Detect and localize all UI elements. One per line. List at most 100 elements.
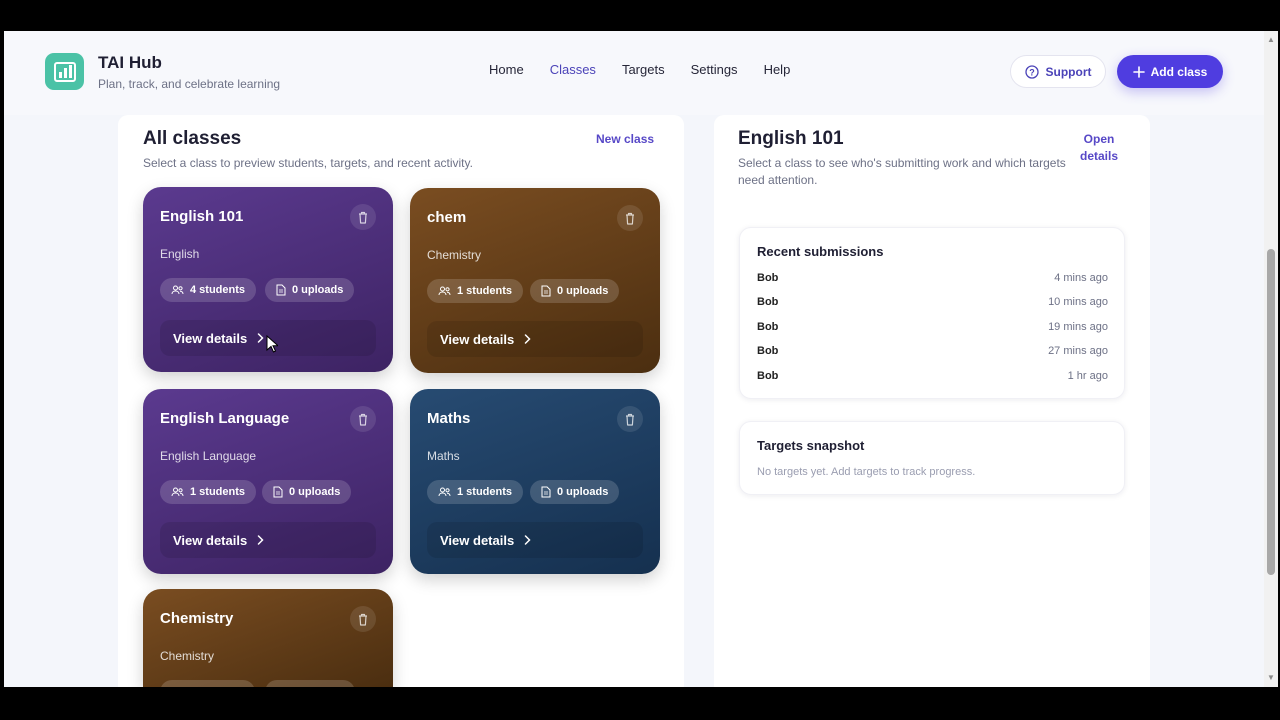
submission-time: 1 hr ago [1067, 370, 1108, 382]
submission-row[interactable]: Bob 19 mins ago [757, 321, 1108, 333]
file-icon [276, 284, 286, 296]
view-details-label: View details [173, 532, 248, 548]
uploads-pill [265, 680, 355, 687]
app-tagline: Plan, track, and celebrate learning [98, 77, 281, 91]
view-details-label: View details [440, 532, 515, 548]
trash-icon[interactable] [350, 406, 376, 432]
main-nav: Home Classes Targets Settings Help [489, 62, 816, 77]
submission-row[interactable]: Bob 27 mins ago [757, 345, 1108, 357]
recent-submissions-box: Recent submissions Bob 4 mins ago Bob 10… [739, 227, 1125, 399]
detail-title: English 101 [738, 128, 844, 149]
students-count: 1 students [457, 486, 513, 498]
view-details-label: View details [173, 330, 248, 346]
classes-subtitle: Select a class to preview students, targ… [143, 156, 473, 170]
uploads-pill: 0 uploads [530, 279, 620, 303]
nav-targets[interactable]: Targets [622, 62, 665, 77]
chart-bars-icon[interactable] [45, 53, 84, 90]
students-count: 1 students [457, 285, 513, 297]
card-title: English 101 [160, 208, 244, 225]
submission-row[interactable]: Bob 1 hr ago [757, 370, 1108, 382]
card-subject: Chemistry [160, 649, 215, 663]
trash-icon[interactable] [617, 406, 643, 432]
add-class-label: Add class [1150, 64, 1208, 79]
users-icon [171, 285, 184, 295]
card-subject: Chemistry [427, 248, 482, 262]
chevron-right-icon [524, 535, 531, 545]
targets-snapshot-box: Targets snapshot No targets yet. Add tar… [739, 421, 1125, 495]
submission-name: Bob [757, 345, 779, 357]
chevron-right-icon [257, 333, 264, 343]
new-class-link[interactable]: New class [596, 131, 654, 148]
nav-home[interactable]: Home [489, 62, 524, 77]
svg-text:?: ? [1029, 67, 1035, 77]
class-card-english-language[interactable]: English Language English Language 1 stud… [143, 389, 393, 574]
submission-name: Bob [757, 321, 779, 333]
class-card-chemistry[interactable]: Chemistry Chemistry [143, 589, 393, 687]
users-icon [438, 487, 451, 497]
file-icon [541, 285, 551, 297]
scroll-thumb[interactable] [1267, 249, 1275, 575]
card-title: Maths [427, 410, 471, 427]
class-detail-panel: English 101 Select a class to see who's … [714, 115, 1150, 687]
app-title: TAI Hub [98, 53, 162, 72]
class-card-chem[interactable]: chem Chemistry 1 students 0 uploads View… [410, 188, 660, 373]
file-icon [541, 486, 551, 498]
class-card-maths[interactable]: Maths Maths 1 students 0 uploads View de… [410, 389, 660, 574]
submission-row[interactable]: Bob 4 mins ago [757, 272, 1108, 284]
submission-name: Bob [757, 296, 779, 308]
vertical-scrollbar[interactable]: ▲ ▼ [1264, 31, 1278, 687]
view-details-button[interactable]: View details [427, 522, 643, 558]
students-pill: 4 students [160, 278, 257, 302]
nav-classes[interactable]: Classes [550, 62, 596, 77]
browser-viewport: TAI Hub Plan, track, and celebrate learn… [4, 31, 1264, 687]
submission-row[interactable]: Bob 10 mins ago [757, 296, 1108, 308]
scroll-up-icon[interactable]: ▲ [1264, 33, 1278, 47]
submission-time: 10 mins ago [1048, 296, 1108, 308]
trash-icon[interactable] [350, 606, 376, 632]
trash-icon[interactable] [617, 205, 643, 231]
students-pill [160, 680, 255, 687]
submission-time: 19 mins ago [1048, 321, 1108, 333]
trash-icon[interactable] [350, 204, 376, 230]
view-details-button[interactable]: View details [160, 522, 376, 558]
chevron-right-icon [524, 334, 531, 344]
submission-name: Bob [757, 272, 779, 284]
students-pill: 1 students [427, 279, 524, 303]
uploads-pill: 0 uploads [262, 480, 352, 504]
card-title: chem [427, 209, 467, 226]
view-details-label: View details [440, 331, 515, 347]
top-header: TAI Hub Plan, track, and celebrate learn… [4, 31, 1264, 115]
card-subject: English Language [160, 449, 257, 463]
targets-empty-text: No targets yet. Add targets to track pro… [757, 466, 976, 478]
submission-time: 27 mins ago [1048, 345, 1108, 357]
nav-settings[interactable]: Settings [691, 62, 738, 77]
card-title: English Language [160, 410, 290, 427]
submission-name: Bob [757, 370, 779, 382]
mouse-cursor-icon [266, 335, 278, 353]
view-details-button[interactable]: View details [427, 321, 643, 357]
support-button[interactable]: ? Support [1010, 55, 1106, 88]
support-label: Support [1045, 64, 1092, 79]
users-icon [438, 286, 451, 296]
chevron-right-icon [257, 535, 264, 545]
file-icon [273, 486, 283, 498]
detail-subtitle: Select a class to see who's submitting w… [738, 156, 1066, 187]
open-details-link[interactable]: Open details [1078, 131, 1120, 165]
uploads-count: 0 uploads [292, 284, 344, 296]
nav-help[interactable]: Help [764, 62, 791, 77]
students-count: 4 students [190, 284, 246, 296]
add-class-button[interactable]: Add class [1117, 55, 1223, 88]
uploads-count: 0 uploads [557, 486, 609, 498]
users-icon [171, 487, 184, 497]
plus-icon [1132, 65, 1145, 78]
scroll-down-icon[interactable]: ▼ [1264, 671, 1278, 685]
students-pill: 1 students [427, 480, 524, 504]
classes-title: All classes [143, 128, 242, 149]
uploads-count: 0 uploads [289, 486, 341, 498]
uploads-pill: 0 uploads [265, 278, 355, 302]
targets-snapshot-title: Targets snapshot [757, 438, 865, 453]
students-count: 1 students [190, 486, 246, 498]
recent-submissions-title: Recent submissions [757, 244, 884, 259]
uploads-count: 0 uploads [557, 285, 609, 297]
submission-time: 4 mins ago [1054, 272, 1108, 284]
